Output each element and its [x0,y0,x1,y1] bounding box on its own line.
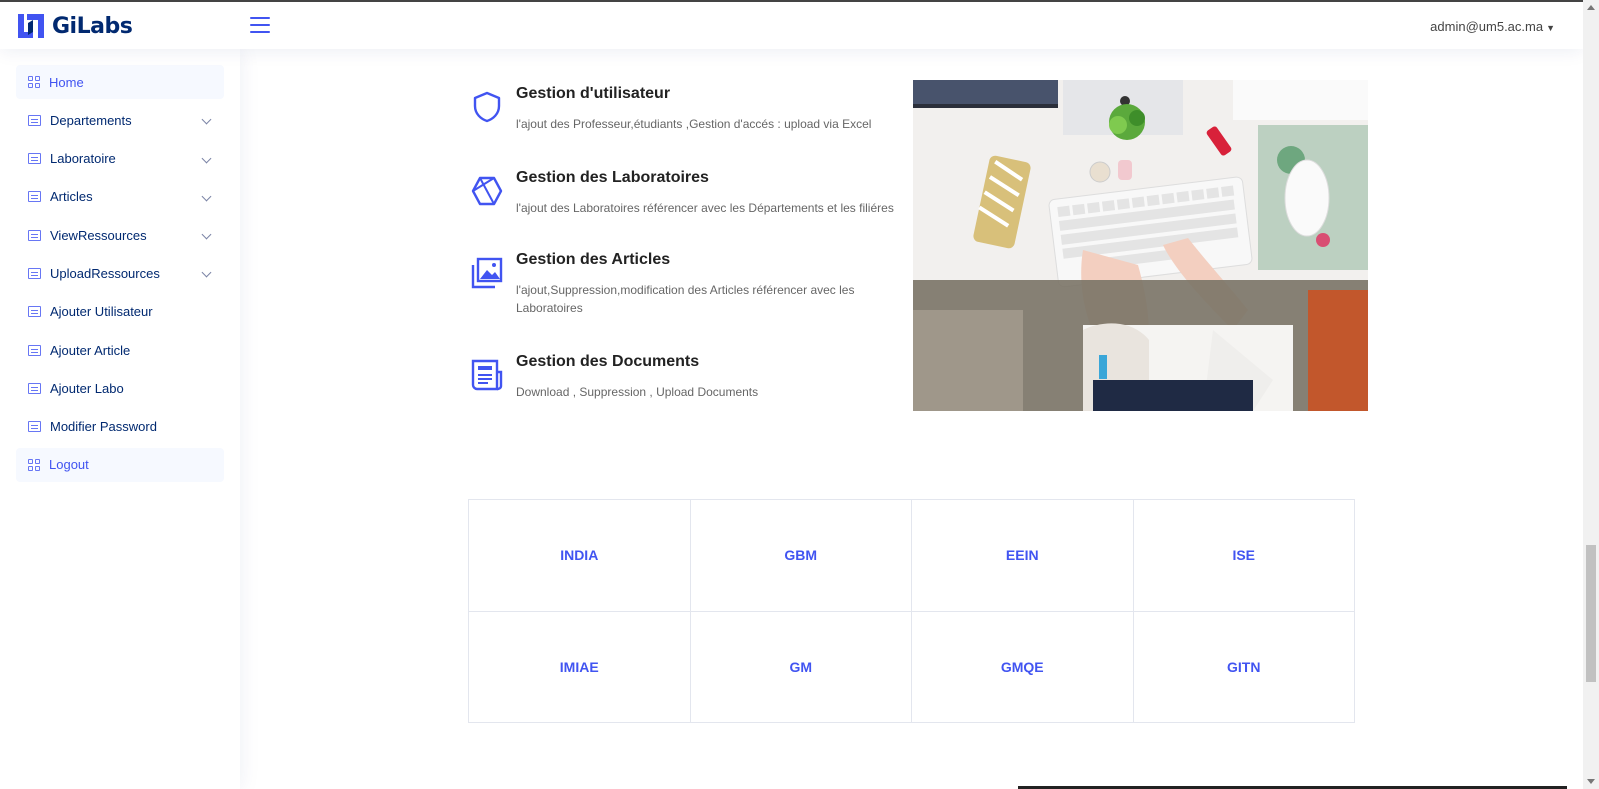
sidebar-item-ajouter-labo[interactable]: Ajouter Labo [16,371,224,405]
chevron-down-icon[interactable] [201,114,212,125]
departments-grid: INDIA GBM EEIN ISE IMIAE GM GMQE GITN [468,499,1355,723]
chevron-down-icon[interactable] [201,153,212,164]
sidebar-item-label: Departements [50,112,132,128]
list-icon [28,306,41,318]
chevron-down-icon[interactable] [201,268,212,278]
sidebar: Home Departements Laboratoire Articles ViewR… [0,49,240,789]
sidebar-item-home[interactable]: Home [16,65,224,99]
chevron-down-icon[interactable] [201,229,212,240]
sidebar-item-modifier-password[interactable]: Modifier Password [16,410,224,444]
list-icon [28,421,41,433]
brand-name: GiLabs [52,13,133,39]
page-scrollbar[interactable] [1583,0,1599,789]
sidebar-item-articles[interactable]: Articles [16,180,224,214]
feature-title: Gestion d'utilisateur [516,85,671,102]
hexagon-icon [471,176,503,206]
scrollbar-thumb[interactable] [1586,545,1596,682]
department-card[interactable]: EEIN [912,500,1134,612]
feature-title: Gestion des Documents [516,353,700,370]
menu-icon [28,229,41,241]
feature-description: Download , Suppression , Upload Document… [516,385,759,399]
sidebar-item-label: Logout [49,457,89,473]
grid-icon [28,76,40,88]
sidebar-item-label: Ajouter Labo [50,380,124,396]
department-card[interactable]: IMIAE [469,611,691,723]
department-card[interactable]: ISE [1133,500,1355,612]
department-card[interactable]: GMQE [912,611,1134,723]
chevron-down-icon[interactable] [201,191,212,202]
sidebar-item-label: Ajouter Utilisateur [50,304,153,320]
grid-icon [28,458,40,471]
feature-description: l'ajout des Laboratoires référencer avec… [516,201,894,215]
feature-title: Gestion des Articles [516,251,671,268]
sidebar-item-label: Articles [50,189,93,205]
workspace-photo [913,80,1368,411]
sidebar-item-uploadressources[interactable]: UploadRessources [16,256,224,290]
department-card[interactable]: GBM [690,500,912,612]
menu-icon [28,267,41,279]
sidebar-item-label: UploadRessources [50,265,160,281]
feature-title: Gestion des Laboratoires [516,169,709,186]
newspaper-icon [471,359,503,391]
sidebar-item-label: ViewRessources [50,227,147,243]
sidebar-toggle-button[interactable] [250,17,270,33]
list-icon [28,344,41,356]
profile-dropdown[interactable]: admin@um5.ac.ma ▼ [1430,19,1555,34]
sidebar-item-label: Laboratoire [50,151,116,167]
sidebar-item-departements[interactable]: Departements [16,103,224,137]
sidebar-item-ajouter-utilisateur[interactable]: Ajouter Utilisateur [16,295,224,329]
shield-icon [473,91,501,123]
user-email: admin@um5.ac.ma [1430,19,1544,34]
layout-icon [28,191,41,203]
scroll-down-arrow-icon[interactable] [1587,779,1595,784]
menu-icon [28,114,41,126]
feature-description: l'ajout,Suppression,modification des Art… [516,283,855,315]
feature-description: l'ajout des Professeur,étudiants ,Gestio… [516,117,872,131]
department-card[interactable]: GITN [1133,611,1355,723]
list-icon [28,382,41,394]
sidebar-item-label: Modifier Password [50,419,157,435]
images-icon [471,257,503,289]
brand-logo[interactable]: GiLabs [16,11,133,41]
sidebar-item-ajouter-article[interactable]: Ajouter Article [16,333,224,367]
scroll-up-arrow-icon[interactable] [1587,5,1595,10]
sidebar-item-logout[interactable]: Logout [16,447,224,482]
caret-down-icon: ▼ [1546,23,1555,33]
sidebar-item-viewressources[interactable]: ViewRessources [16,218,224,252]
sidebar-item-label: Home [49,74,84,90]
top-header: GiLabs admin@um5.ac.ma ▼ [0,0,1583,49]
desk-keyboard-image [913,80,1368,411]
sidebar-item-label: Ajouter Article [50,342,131,358]
gilabs-logo-icon [18,14,44,38]
hamburger-icon [250,17,270,19]
department-card[interactable]: INDIA [469,500,691,612]
menu-icon [28,153,41,165]
sidebar-item-laboratoire[interactable]: Laboratoire [16,142,224,176]
department-card[interactable]: GM [690,611,912,723]
